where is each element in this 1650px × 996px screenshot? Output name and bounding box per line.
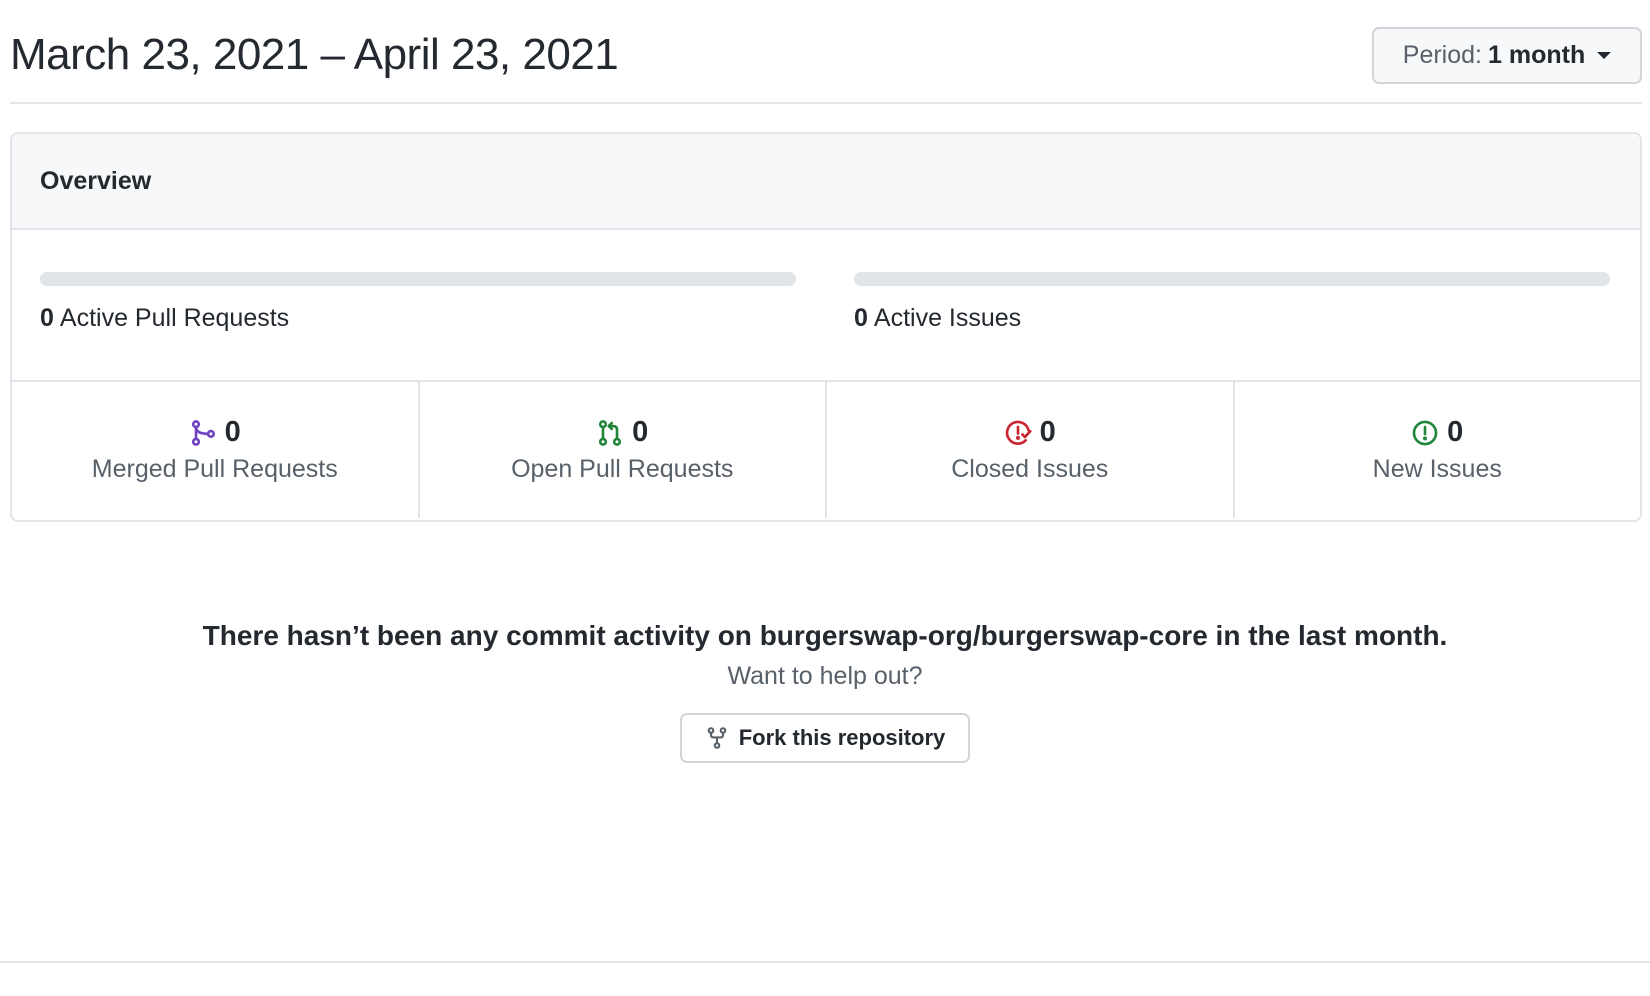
activity-bars: 0 Active Pull Requests 0 Active Issues xyxy=(12,230,1640,382)
period-value: 1 month xyxy=(1488,41,1586,69)
open-pull-requests-count: 0 xyxy=(632,416,649,448)
active-issues-summary[interactable]: 0 Active Issues xyxy=(854,272,1610,333)
pulse-page: March 23, 2021 – April 23, 2021 Period: … xyxy=(0,0,1650,996)
repo-forked-icon xyxy=(707,727,727,749)
closed-issues-label: Closed Issues xyxy=(951,455,1109,483)
stat-merged-pull-requests[interactable]: 0 Merged Pull Requests xyxy=(12,382,420,518)
overview-stats: 0 Merged Pull Requests 0 Open Pull Reque… xyxy=(12,382,1640,518)
new-issues-count: 0 xyxy=(1447,416,1464,448)
empty-state-subtext: Want to help out? xyxy=(727,662,923,690)
pulse-header: March 23, 2021 – April 23, 2021 Period: … xyxy=(10,0,1642,104)
period-dropdown-button[interactable]: Period: 1 month xyxy=(1372,27,1642,84)
open-pull-requests-label: Open Pull Requests xyxy=(511,455,734,483)
overview-title: Overview xyxy=(40,166,152,195)
empty-commit-activity: There hasn’t been any commit activity on… xyxy=(0,620,1650,763)
merged-pull-requests-label: Merged Pull Requests xyxy=(91,455,338,483)
git-pull-request-icon xyxy=(596,419,624,447)
stat-new-issues[interactable]: 0 New Issues xyxy=(1235,382,1641,518)
active-issues-count: 0 xyxy=(854,304,868,332)
overview-header: Overview xyxy=(12,134,1640,230)
closed-issues-count: 0 xyxy=(1039,416,1056,448)
merged-pull-requests-count: 0 xyxy=(224,416,241,448)
stat-closed-issues[interactable]: 0 Closed Issues xyxy=(827,382,1235,518)
active-pull-requests-text: Active Pull Requests xyxy=(59,304,290,332)
active-issues-text: Active Issues xyxy=(873,304,1022,332)
issue-closed-icon xyxy=(1004,419,1032,447)
empty-state-message: There hasn’t been any commit activity on… xyxy=(202,620,1448,651)
fork-repository-button[interactable]: Fork this repository xyxy=(680,713,970,763)
active-pull-requests-label: 0 Active Pull Requests xyxy=(40,304,796,333)
caret-down-icon xyxy=(1597,52,1612,59)
active-pull-requests-summary[interactable]: 0 Active Pull Requests xyxy=(40,272,796,333)
stat-open-pull-requests[interactable]: 0 Open Pull Requests xyxy=(420,382,827,518)
date-range-title: March 23, 2021 – April 23, 2021 xyxy=(10,30,619,79)
new-issues-label: New Issues xyxy=(1372,455,1502,483)
footer-divider xyxy=(0,961,1650,963)
issue-opened-icon xyxy=(1411,419,1439,447)
pull-requests-progress-bar xyxy=(40,272,796,286)
overview-box: Overview 0 Active Pull Requests 0 Active I… xyxy=(10,132,1642,522)
git-merge-icon xyxy=(189,419,217,447)
fork-button-label: Fork this repository xyxy=(738,725,946,750)
active-pull-requests-count: 0 xyxy=(40,304,54,332)
period-prefix: Period: xyxy=(1402,41,1482,69)
issues-progress-bar xyxy=(854,272,1610,286)
active-issues-label: 0 Active Issues xyxy=(854,304,1610,333)
